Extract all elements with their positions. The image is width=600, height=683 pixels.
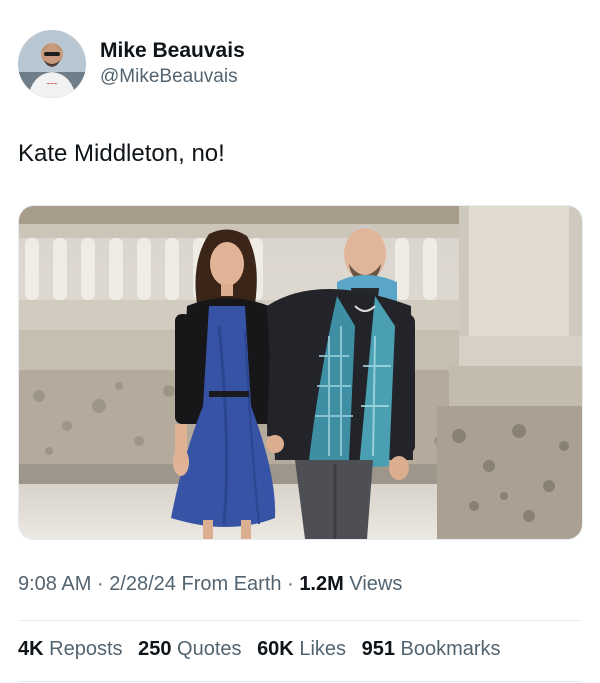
author-names: Mike Beauvais @MikeBeauvais bbox=[100, 38, 245, 90]
photo-image bbox=[19, 206, 582, 539]
divider bbox=[18, 681, 581, 682]
quotes-stat[interactable]: 250 Quotes bbox=[138, 638, 241, 660]
likes-count: 60K bbox=[257, 638, 294, 660]
divider bbox=[18, 620, 581, 621]
tweet-text: Kate Middleton, no! bbox=[18, 140, 225, 167]
views-count: 1.2M bbox=[299, 573, 344, 595]
reposts-label: Reposts bbox=[49, 638, 123, 660]
author-handle[interactable]: @MikeBeauvais bbox=[100, 64, 245, 90]
avatar[interactable]: ~~~ bbox=[18, 30, 86, 98]
avatar-photo-icon: ~~~ bbox=[18, 30, 86, 98]
likes-label: Likes bbox=[299, 638, 347, 660]
tweet-source: From Earth bbox=[181, 573, 282, 595]
quotes-count: 250 bbox=[138, 638, 172, 660]
views-label: Views bbox=[349, 573, 403, 595]
tweet-header: ~~~ Mike Beauvais @MikeBeauvais bbox=[18, 30, 578, 102]
reposts-stat[interactable]: 4K Reposts bbox=[18, 638, 123, 660]
tweet-meta: 9:08 AM · 2/28/24 From Earth · 1.2M View… bbox=[18, 573, 402, 596]
display-name[interactable]: Mike Beauvais bbox=[100, 38, 245, 64]
tweet-media[interactable] bbox=[18, 205, 583, 540]
reposts-count: 4K bbox=[18, 638, 44, 660]
svg-text:~~~: ~~~ bbox=[47, 82, 58, 88]
meta-separator: · bbox=[96, 573, 104, 595]
tweet-time[interactable]: 9:08 AM bbox=[18, 573, 91, 595]
bookmarks-count: 951 bbox=[361, 638, 395, 660]
tweet-date[interactable]: 2/28/24 bbox=[109, 573, 176, 595]
quotes-label: Quotes bbox=[177, 638, 242, 660]
bookmarks-stat[interactable]: 951 Bookmarks bbox=[362, 638, 501, 660]
bookmarks-label: Bookmarks bbox=[400, 638, 501, 660]
engagement-stats: 4K Reposts 250 Quotes 60K Likes 951 Book… bbox=[18, 638, 511, 661]
likes-stat[interactable]: 60K Likes bbox=[257, 638, 346, 660]
meta-separator: · bbox=[287, 573, 294, 595]
